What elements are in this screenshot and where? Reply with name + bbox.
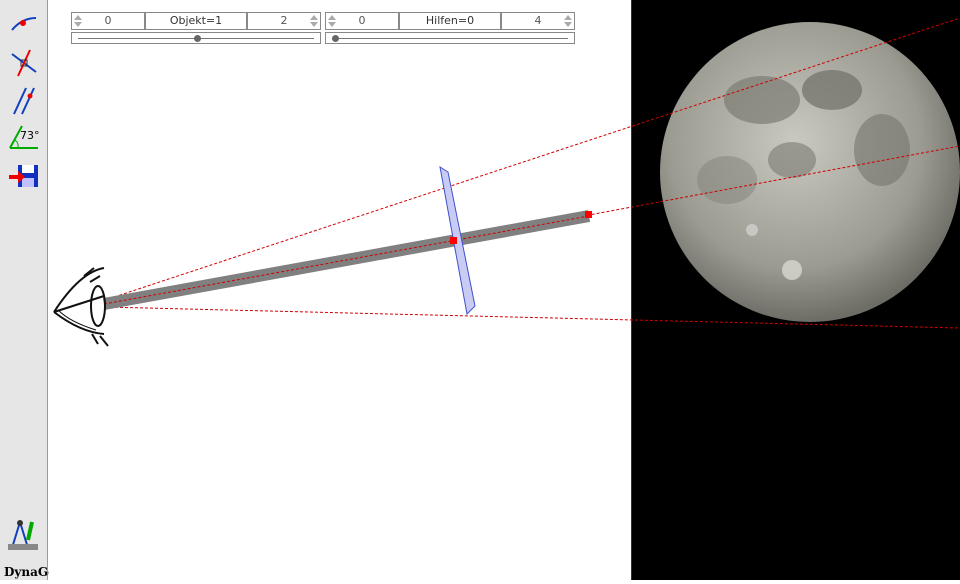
hilfen-min-field[interactable]: 0 — [325, 12, 399, 30]
objekt-min-stepper-icon[interactable] — [74, 14, 82, 28]
objekt-min-field[interactable]: 0 — [71, 12, 145, 30]
hilfen-slider-knob[interactable] — [332, 35, 339, 42]
rod-end-point[interactable] — [585, 211, 592, 218]
hilfen-min: 0 — [358, 14, 366, 27]
hilfen-slider[interactable] — [325, 32, 575, 44]
upper-sight-ray — [104, 17, 960, 301]
objekt-max: 2 — [280, 14, 288, 27]
eye-icon — [53, 267, 109, 347]
objekt-max-field[interactable]: 2 — [247, 12, 321, 30]
hilfen-label: Hilfen=0 — [425, 14, 475, 27]
objekt-max-stepper-icon[interactable] — [310, 14, 318, 28]
construction-layer — [53, 17, 960, 347]
objekt-min: 0 — [104, 14, 112, 27]
objekt-label-field: Objekt=1 — [145, 12, 247, 30]
hilfen-max-stepper-icon[interactable] — [564, 14, 572, 28]
hilfen-max-field[interactable]: 4 — [501, 12, 575, 30]
dynageo-window: 73° DynaGeo 0 Objekt=1 2 0 Hilfen=0 4 — [0, 0, 960, 580]
hilfen-label-field: Hilfen=0 — [399, 12, 501, 30]
objekt-label: Objekt=1 — [169, 14, 223, 27]
hilfen-max: 4 — [534, 14, 542, 27]
hilfen-min-stepper-icon[interactable] — [328, 14, 336, 28]
objekt-slider[interactable] — [71, 32, 321, 44]
objekt-slider-knob[interactable] — [193, 35, 201, 42]
lens-center-point[interactable] — [450, 237, 457, 244]
lower-sight-ray — [104, 306, 960, 329]
